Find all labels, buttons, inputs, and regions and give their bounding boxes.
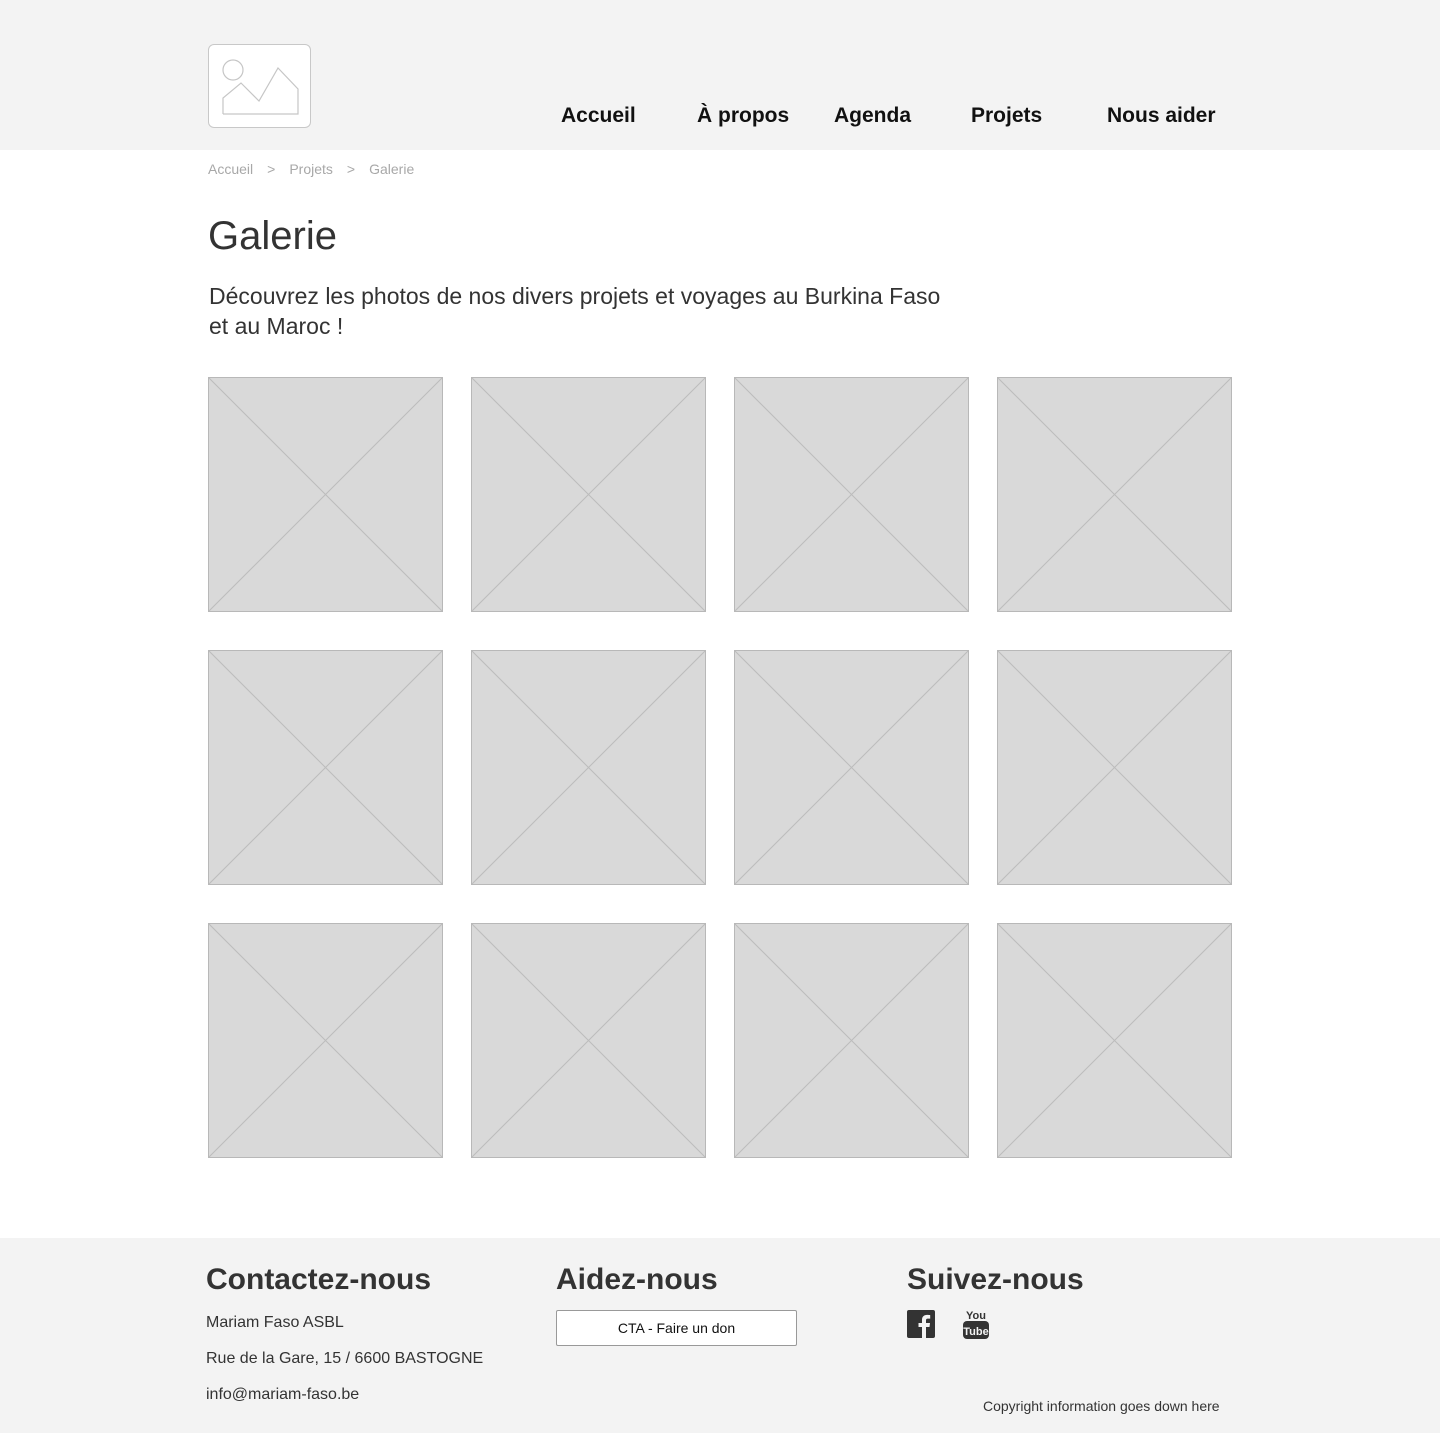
gallery-photo-2[interactable]	[471, 377, 706, 612]
contact-email[interactable]: info@mariam-faso.be	[206, 1385, 359, 1405]
gallery-photo-9[interactable]	[208, 923, 443, 1158]
image-placeholder-icon	[209, 378, 442, 611]
gallery-photo-3[interactable]	[734, 377, 969, 612]
nav-a-propos[interactable]: À propos	[697, 102, 789, 130]
gallery-photo-6[interactable]	[471, 650, 706, 885]
image-placeholder-icon	[472, 651, 705, 884]
image-placeholder-icon	[472, 378, 705, 611]
help-heading: Aidez-nous	[556, 1263, 718, 1296]
image-placeholder-icon	[998, 651, 1231, 884]
image-placeholder-icon	[735, 651, 968, 884]
breadcrumb-separator: >	[267, 161, 276, 177]
photo-gallery	[208, 377, 1232, 1158]
breadcrumb: Accueil > Projets > Galerie	[208, 160, 414, 178]
gallery-photo-10[interactable]	[471, 923, 706, 1158]
site-logo[interactable]	[208, 44, 311, 128]
gallery-photo-12[interactable]	[997, 923, 1232, 1158]
contact-organization: Mariam Faso ASBL	[206, 1314, 344, 1331]
contact-heading: Contactez-nous	[206, 1263, 431, 1296]
image-placeholder-icon	[472, 924, 705, 1157]
image-placeholder-icon	[998, 924, 1231, 1157]
image-placeholder-icon	[209, 651, 442, 884]
svg-text:Tube: Tube	[963, 1326, 988, 1338]
copyright-text: Copyright information goes down here	[983, 1398, 1220, 1414]
nav-agenda[interactable]: Agenda	[834, 102, 911, 130]
facebook-icon	[907, 1310, 935, 1338]
breadcrumb-galerie: Galerie	[369, 161, 415, 177]
gallery-photo-4[interactable]	[997, 377, 1232, 612]
page-title: Galerie	[208, 214, 337, 258]
youtube-icon: You Tube	[963, 1310, 989, 1339]
image-placeholder-icon	[735, 378, 968, 611]
nav-projets[interactable]: Projets	[971, 102, 1042, 130]
follow-heading: Suivez-nous	[907, 1263, 1084, 1296]
facebook-link[interactable]	[906, 1308, 936, 1340]
breadcrumb-accueil[interactable]: Accueil	[208, 160, 253, 178]
svg-text:You: You	[966, 1310, 986, 1322]
gallery-photo-1[interactable]	[208, 377, 443, 612]
nav-accueil[interactable]: Accueil	[561, 102, 636, 130]
image-placeholder-icon	[222, 59, 299, 115]
nav-nous-aider[interactable]: Nous aider	[1107, 102, 1216, 130]
image-placeholder-icon	[209, 924, 442, 1157]
gallery-photo-11[interactable]	[734, 923, 969, 1158]
gallery-photo-5[interactable]	[208, 650, 443, 885]
contact-address: Rue de la Gare, 15 / 6600 BASTOGNE	[206, 1350, 484, 1367]
breadcrumb-projets[interactable]: Projets	[289, 160, 333, 178]
donate-button[interactable]: CTA - Faire un don	[556, 1310, 797, 1346]
youtube-link[interactable]: You Tube	[961, 1308, 991, 1340]
image-placeholder-icon	[998, 378, 1231, 611]
gallery-photo-7[interactable]	[734, 650, 969, 885]
breadcrumb-separator: >	[346, 161, 356, 177]
image-placeholder-icon	[735, 924, 968, 1157]
gallery-photo-8[interactable]	[997, 650, 1232, 885]
page-intro: Découvrez les photos de nos divers proje…	[209, 283, 941, 339]
